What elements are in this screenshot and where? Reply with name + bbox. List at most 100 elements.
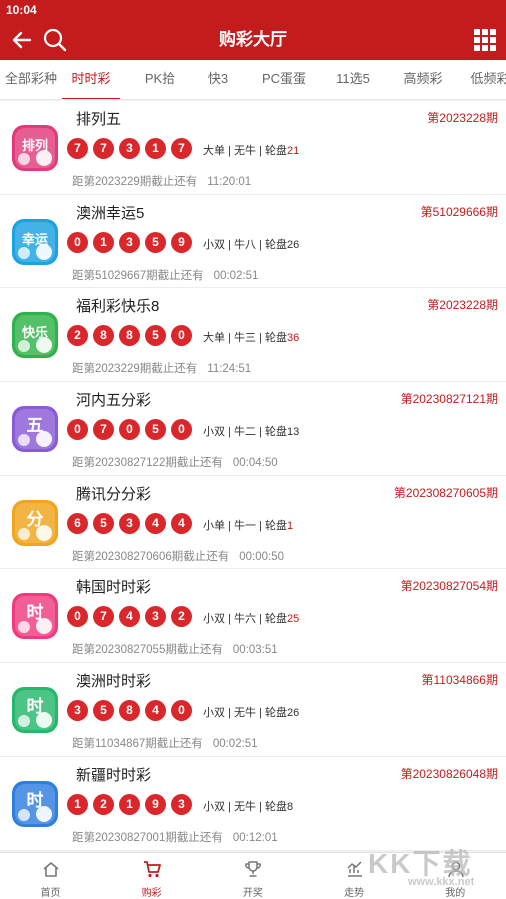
niu-label: 牛三 — [233, 332, 256, 345]
next-draw-text: 距第11034867期截止还有 — [72, 738, 203, 751]
next-draw-text: 距第2023229期截止还有 — [72, 176, 198, 188]
next-draw-text: 距第2023229期截止还有 — [72, 363, 198, 376]
game-row[interactable]: 排列 排列五 第2023228期 7 7 3 1 7 大单 | 无牛 | 轮盘21 距第20232… — [0, 101, 506, 195]
wheel-label: 轮盘 — [264, 238, 287, 251]
next-draw-info: 距第20230827122期截止还有 00:04:50 — [72, 454, 278, 470]
result-ball: 8 — [119, 700, 140, 722]
game-row[interactable]: 时新疆时时彩 第20230826048期 1 2 1 9 3 小双 | 无牛 | 轮盘8 距第2… — [0, 756, 506, 851]
wheel-value: 25 — [286, 613, 300, 626]
game-row[interactable]: 分腾讯分分彩 第20230827060​5期 6 5 3 4 4 小单 | 牛一 | 轮盘1 距… — [0, 475, 506, 570]
size-parity-label: 小双 — [203, 613, 225, 626]
result-balls: 77317 — [67, 138, 197, 160]
next-draw-text: 距第51029667期截止还有 — [72, 269, 204, 282]
tab-item[interactable]: 低频彩 — [462, 60, 506, 99]
bottom-nav-item[interactable]: 开奖 — [202, 853, 303, 899]
next-draw-info: 距第2023229期截止还有 11:20:01 — [72, 173, 251, 189]
bottom-nav: 首页 购彩 开奖 走势 我的 — [0, 852, 506, 899]
lottery-logo-icon: 时 — [12, 687, 58, 734]
bottom-nav-item[interactable]: 购彩 — [101, 853, 202, 899]
result-ball: 7 — [93, 419, 114, 441]
logo-text: 时 — [27, 603, 44, 623]
result-ball: 3 — [119, 138, 140, 159]
lottery-logo-icon: 幸运 — [12, 218, 58, 265]
lottery-logo-icon: 时 — [12, 593, 58, 640]
tab-item[interactable]: PC蛋蛋 — [248, 60, 320, 99]
niu-label: 牛八 — [233, 238, 256, 251]
result-balls: 28850 — [67, 325, 197, 347]
game-row[interactable]: 时 澳洲时时彩 第11034866期 3 5 8 4 0 小双 | 无牛 | 轮盘26 距第110… — [0, 663, 506, 757]
bottom-nav-item[interactable]: 我的 — [405, 853, 506, 899]
tab-item[interactable]: 快3 — [196, 60, 240, 99]
tab-item[interactable]: PK拾 — [130, 60, 190, 99]
status-bar: 10:04 — [0, 0, 506, 20]
niu-label: 牛二 — [233, 426, 256, 439]
lottery-logo-icon: 快乐 — [12, 312, 58, 359]
game-name: 韩国时时彩 — [76, 579, 152, 597]
game-row[interactable]: 幸运 澳洲幸运5 第51029666期 0 1 3 5 9 小双 | 牛八 | 轮盘26 距第51… — [0, 194, 506, 289]
result-attributes: 大单 | 牛三 | 轮盘36 — [203, 332, 300, 345]
next-draw-info: 距第20230827001期截止还有 00:12:01 — [72, 829, 278, 845]
header-bar: 购彩大厅 — [0, 20, 506, 60]
issue-number: 第20230826048期 — [400, 766, 498, 781]
result-ball: 1 — [145, 138, 166, 159]
result-ball: 0 — [171, 700, 192, 722]
wheel-label: 轮盘 — [264, 613, 287, 626]
result-attributes: 大单 | 无牛 | 轮盘21 — [203, 145, 300, 157]
issue-number: 第51029666期 — [420, 204, 498, 219]
next-draw-info: 距第2023229期截止还有 11:24:51 — [72, 360, 251, 376]
issue-number: 第2023228期 — [427, 111, 498, 125]
result-ball: 4 — [119, 606, 140, 628]
grid-menu-icon[interactable] — [474, 29, 496, 51]
countdown-timer: 00:03:51 — [232, 644, 278, 657]
result-balls: 35840 — [67, 700, 197, 722]
countdown-timer: 00:12:01 — [232, 831, 278, 844]
game-list: 排列 排列五 第2023228期 7 7 3 1 7 大单 | 无牛 | 轮盘21 距第20232… — [0, 101, 506, 851]
lottery-logo-icon: 分 — [12, 499, 58, 546]
size-parity-label: 小双 — [203, 800, 225, 813]
status-time: 10:04 — [6, 3, 37, 17]
logo-text: 时 — [27, 697, 44, 717]
next-draw-text: 距第20230827122期截止还有 — [72, 457, 223, 470]
tab-item[interactable]: 时时彩 — [62, 60, 120, 99]
issue-number: 第20230827054期 — [400, 579, 498, 594]
game-row[interactable]: 快乐 福利彩快乐8 第2023228期 2 8 8 5 0 大单 | 牛三 | 轮盘36 距第20… — [0, 288, 506, 383]
wheel-value: 1 — [286, 519, 294, 532]
game-row[interactable]: 时 韩国时时彩 第20230827054期 0 7 4 3 2 小双 | 牛六 | 轮盘25 距第… — [0, 569, 506, 664]
bottom-nav-label: 开奖 — [242, 888, 263, 899]
result-ball: 3 — [67, 700, 88, 722]
bottom-nav-label: 购彩 — [141, 888, 162, 899]
tab-item[interactable]: 高频彩 — [392, 60, 454, 99]
logo-text: 排列 — [22, 138, 48, 154]
niu-label: 牛六 — [233, 613, 256, 626]
bottom-nav-item[interactable]: 首页 — [0, 853, 101, 899]
result-ball: 7 — [93, 606, 114, 628]
result-ball: 0 — [171, 419, 192, 441]
result-ball: 5 — [93, 512, 114, 534]
issue-number: 第20230827121期 — [400, 392, 498, 407]
wheel-label: 轮盘 — [264, 707, 287, 720]
back-arrow-icon[interactable] — [10, 28, 34, 52]
countdown-timer: 00:02:51 — [212, 738, 258, 751]
bottom-nav-item[interactable]: 走势 — [304, 853, 405, 899]
result-ball: 4 — [145, 700, 166, 722]
next-draw-info: 距第202308270606期截止还有 00:00:50 — [72, 548, 284, 564]
size-parity-label: 大单 — [203, 332, 225, 345]
result-balls: 07432 — [67, 606, 197, 628]
tab-item[interactable]: 全部彩种 — [0, 60, 62, 99]
wheel-label: 轮盘 — [264, 519, 287, 532]
wheel-value: 26 — [286, 238, 300, 251]
game-name: 腾讯分分彩 — [76, 485, 152, 503]
niu-label: 无牛 — [233, 800, 256, 813]
result-ball: 2 — [171, 606, 192, 628]
game-row[interactable]: 五河内五分彩 第20230827121期 0 7 0 5 0 小双 | 牛二 | 轮盘13 距第… — [0, 382, 506, 476]
lottery-logo-icon: 排列 — [12, 125, 58, 171]
tab-item[interactable]: 11选5 — [322, 60, 384, 99]
result-ball: 0 — [119, 419, 140, 441]
logo-text: 五 — [27, 416, 44, 436]
search-icon[interactable] — [42, 27, 68, 53]
result-ball: 0 — [67, 231, 88, 253]
result-ball: 5 — [145, 419, 166, 441]
countdown-timer: 00:04:50 — [232, 457, 278, 470]
logo-text: 快乐 — [22, 325, 48, 341]
result-ball: 5 — [93, 700, 114, 722]
